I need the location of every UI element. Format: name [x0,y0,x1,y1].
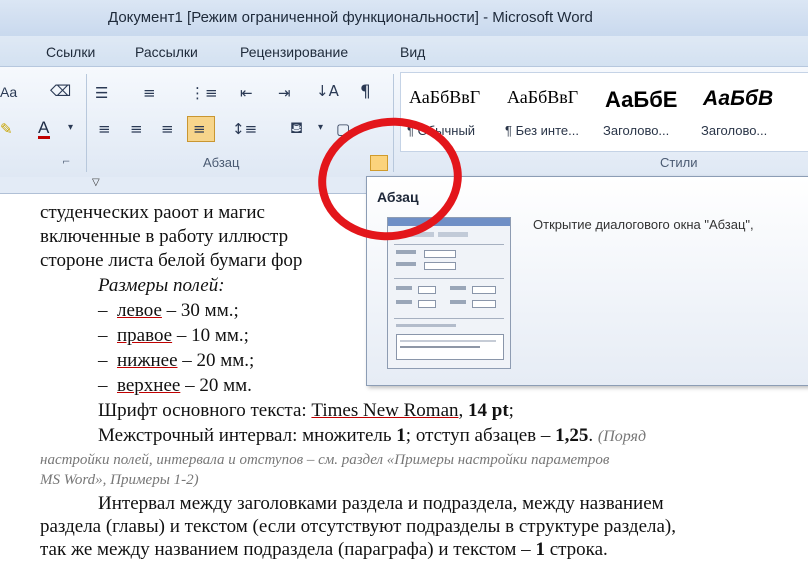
note-text: настройки полей, интервала и отступов – … [40,452,610,468]
title-bar: Документ1 [Режим ограниченной функционал… [0,0,808,36]
note-text: (Поряд [597,428,647,445]
list-item: – верхнее – 20 мм. [98,375,252,396]
margin-value: – 20 мм. [185,375,252,396]
style-name: Заголово... [603,123,670,138]
increase-indent-icon[interactable]: ⇥ [278,84,291,102]
style-sample: АаБбВ [703,87,774,110]
tab-references[interactable]: Ссылки [46,44,95,60]
numbering-icon[interactable]: ≡ [143,84,156,102]
ribbon-tabs: Ссылки Рассылки Рецензирование Вид [0,36,808,66]
list-item: – левое – 30 мм.; [98,300,239,321]
margin-name: нижнее [117,350,178,371]
indent-label: ; отступ абзацев – [405,425,551,446]
list-item: – нижнее – 20 мм.; [98,350,255,371]
clear-formatting-icon[interactable]: ⌫ [50,82,71,100]
style-heading-2[interactable]: АаБбВ Заголово... [695,73,789,149]
margin-value: – 10 мм.; [176,325,249,346]
font-color-icon[interactable]: A [38,118,50,139]
doc-text: 1 [535,539,545,560]
spacing-line: Межстрочный интервал: множитель 1; отсту… [98,425,647,446]
group-divider [86,74,87,172]
doc-line: Интервал между заголовками раздела и под… [98,493,664,514]
shading-icon[interactable]: ⛾ [290,118,303,139]
change-case-button[interactable]: Aa [0,84,17,100]
line-spacing-icon[interactable]: ↕≡ [232,120,257,138]
style-heading-1[interactable]: АаБбЕ Заголово... [597,73,691,149]
font-dialog-launcher-icon[interactable]: ⌐ [62,157,70,168]
indent-value: 1,25 [555,425,589,446]
style-sample: АаБбЕ [605,87,678,112]
tab-mailings[interactable]: Рассылки [135,44,198,60]
decrease-indent-icon[interactable]: ⇤ [240,84,253,102]
margin-name: верхнее [117,375,181,396]
indent-marker-icon[interactable]: ▽ [92,177,100,188]
paragraph-dialog-preview-image [387,217,511,369]
style-sample: АаБбВвГ [409,87,481,107]
styles-gallery: АаБбВвГ ¶ Обычный АаБбВвГ ¶ Без инте... … [400,72,808,152]
align-left-icon[interactable]: ≡ [98,120,111,138]
justify-icon: ≡ [193,120,206,138]
font-line: Шрифт основного текста: Times New Roman,… [98,400,514,421]
style-name: Заголово... [701,123,768,138]
show-marks-icon[interactable]: ¶ [360,82,371,102]
styles-group-label: Стили [660,155,698,170]
doc-line: студенческих раоот и магис [40,202,265,223]
window-title: Документ1 [Режим ограниченной функционал… [108,9,593,26]
doc-line: стороне листа белой бумаги фор [40,250,303,271]
style-sample: АаБбВвГ [507,87,579,107]
tab-review[interactable]: Рецензирование [240,44,348,60]
font-label: Шрифт основного текста: [98,400,307,421]
font-name: Times New Roman [311,400,459,421]
tab-view[interactable]: Вид [400,44,425,60]
doc-text: строка. [549,539,608,560]
font-size: 14 pt [468,400,509,421]
margin-name: левое [117,300,162,321]
tooltip-description: Открытие диалогового окна "Абзац", [533,217,754,232]
style-name: ¶ Без инте... [505,123,579,138]
sort-icon[interactable]: ↓A [316,82,339,100]
doc-line: включенные в работу иллюстр [40,226,289,247]
paragraph-group-label: Абзац [203,155,240,170]
chevron-down-icon[interactable]: ▾ [318,122,323,133]
margin-name: правое [117,325,173,346]
align-right-icon[interactable]: ≡ [161,120,174,138]
doc-text: так же между названием подраздела (параг… [40,539,531,560]
margin-value: – 30 мм.; [166,300,239,321]
spacing-value: 1 [396,425,406,446]
chevron-down-icon[interactable]: ▾ [68,122,73,133]
doc-line: раздела (главы) и текстом (если отсутств… [40,516,676,537]
style-no-spacing[interactable]: АаБбВвГ ¶ Без инте... [499,73,593,149]
list-item: – правое – 10 мм.; [98,325,249,346]
spacing-label: Межстрочный интервал: множитель [98,425,392,446]
note-text: MS Word», Примеры 1-2) [40,472,199,488]
bullets-icon[interactable]: ☰ [95,84,108,102]
align-center-icon[interactable]: ≡ [130,120,143,138]
margins-heading: Размеры полей: [98,275,225,296]
highlighter-icon[interactable]: ✎ [0,120,13,138]
margin-value: – 20 мм.; [182,350,255,371]
multilevel-list-icon[interactable]: ⋮≡ [190,84,218,102]
